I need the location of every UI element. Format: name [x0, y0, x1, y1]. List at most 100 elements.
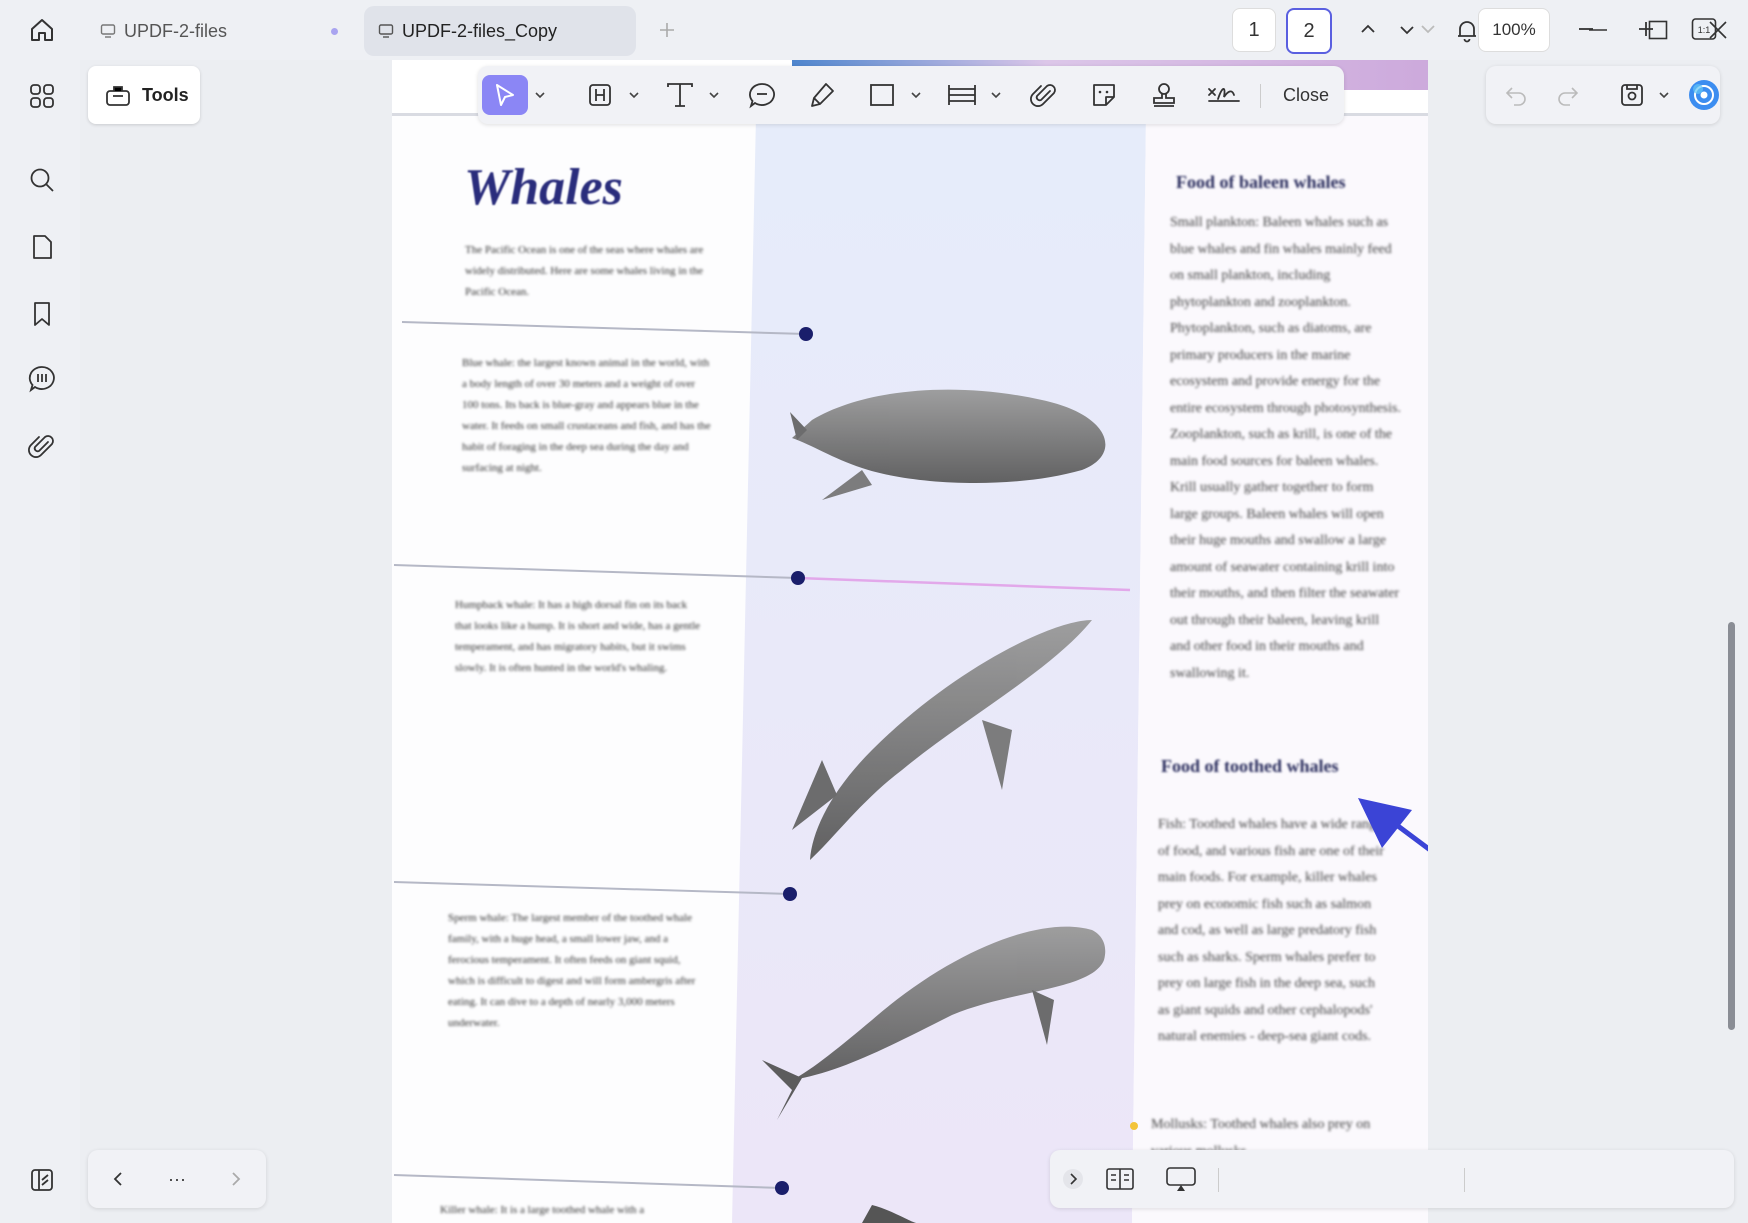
chevron-down-icon [1421, 25, 1435, 34]
note-tool-button[interactable] [742, 75, 782, 115]
chevron-left-icon [113, 1172, 122, 1186]
sticker-icon [1093, 84, 1115, 106]
signature-icon [1208, 88, 1240, 102]
text-tool-dropdown[interactable] [706, 75, 722, 115]
shape-tool-button[interactable] [862, 75, 902, 115]
text-icon [667, 83, 693, 107]
baleen-paragraph: Small plankton: Baleen whales such as bl… [1170, 215, 1401, 681]
chevron-down-icon [709, 92, 719, 99]
new-tab-button[interactable] [649, 12, 685, 48]
highlight-tool-dropdown[interactable] [626, 75, 642, 115]
sticker-tool-button[interactable] [1084, 75, 1124, 115]
tab-updf-2-files[interactable]: UPDF-2-files [86, 6, 346, 56]
select-tool-button[interactable] [482, 75, 528, 115]
home-button[interactable] [24, 12, 60, 48]
shape-icon [870, 84, 894, 106]
undo-icon [1505, 87, 1526, 106]
chevron-down-icon [535, 92, 545, 99]
undo-button[interactable] [1498, 75, 1534, 115]
search-icon [30, 168, 54, 192]
next-page-button[interactable] [1410, 8, 1446, 50]
save-icon [1621, 84, 1643, 106]
page-2-button[interactable]: 2 [1286, 8, 1332, 54]
humpback-whale-paragraph: Humpback whale: It has a high dorsal fin… [455, 599, 701, 674]
comments-button[interactable] [20, 357, 64, 401]
actual-size-label: 1:1 [1698, 25, 1711, 35]
chevron-down-icon [1659, 92, 1669, 99]
chevron-down-icon [629, 92, 639, 99]
chevron-up-icon [1361, 24, 1375, 33]
chevron-down-icon [991, 92, 1001, 99]
tab-updf-2-files-copy[interactable]: UPDF-2-files_Copy [364, 6, 636, 56]
pages-icon [33, 235, 52, 259]
pen-icon [811, 83, 834, 107]
search-button[interactable] [20, 158, 64, 202]
chevron-down-icon [911, 92, 921, 99]
presentation-button[interactable] [1160, 1159, 1202, 1199]
redo-icon [1558, 87, 1579, 106]
next-button[interactable] [222, 1159, 250, 1199]
presentation-icon [1166, 1167, 1196, 1191]
pen-tool-button[interactable] [802, 75, 842, 115]
highlight-icon [589, 84, 611, 106]
apps-icon [30, 84, 54, 108]
zoom-in-button[interactable] [1628, 8, 1664, 50]
divider [1218, 1168, 1219, 1192]
zoom-out-button[interactable] [1568, 8, 1604, 50]
minus-icon [1579, 28, 1593, 30]
zoom-level[interactable]: 100% [1478, 8, 1550, 52]
document-icon [100, 23, 116, 39]
measure-tool-button[interactable] [942, 75, 982, 115]
page-controls [1050, 1150, 1734, 1208]
measure-tool-dropdown[interactable] [988, 75, 1004, 115]
text-tool-button[interactable] [660, 75, 700, 115]
attachments-button[interactable] [20, 424, 64, 468]
bookmarks-button[interactable] [20, 292, 64, 336]
bullet-dot [1130, 1122, 1138, 1130]
killer-whale-paragraph: Killer whale: It is a large toothed whal… [440, 1204, 645, 1216]
attach-file-button[interactable] [1024, 75, 1064, 115]
vertical-scrollbar[interactable] [1728, 622, 1735, 1030]
prev-page-button[interactable] [1350, 8, 1386, 50]
select-tool-dropdown[interactable] [532, 75, 548, 115]
signature-tool-button[interactable] [1202, 75, 1246, 115]
sidebar-toggle-button[interactable] [20, 1158, 64, 1202]
page-view-button[interactable] [1100, 1159, 1140, 1199]
plus-icon [1639, 22, 1653, 36]
close-toolbar-button[interactable]: Close [1274, 75, 1338, 115]
save-dropdown[interactable] [1656, 75, 1672, 115]
save-button[interactable] [1612, 75, 1652, 115]
tools-icon [104, 81, 132, 109]
more-button[interactable]: ··· [160, 1159, 194, 1199]
timeline-dot [791, 571, 805, 585]
measure-icon [948, 85, 976, 105]
tools-button[interactable]: Tools [88, 66, 200, 124]
highlight-tool-button[interactable] [582, 75, 618, 115]
chevron-right-circle-icon [1063, 1169, 1083, 1189]
chevron-right-icon [232, 1172, 241, 1186]
tools-label: Tools [142, 84, 189, 105]
right-panel [1428, 60, 1748, 1223]
comment-icon [28, 366, 55, 393]
unsaved-dot [331, 28, 338, 35]
timeline-dot [783, 887, 797, 901]
timeline-dot [775, 1181, 789, 1195]
timeline-dot [799, 327, 813, 341]
toothed-heading: Food of toothed whales [1161, 756, 1339, 776]
ai-assistant-button[interactable] [1684, 75, 1724, 115]
plus-icon [660, 23, 674, 37]
attachment-icon [28, 435, 54, 458]
tab-label: UPDF-2-files [124, 20, 228, 41]
page-1-button[interactable]: 1 [1232, 8, 1276, 52]
previous-button[interactable] [104, 1159, 132, 1199]
home-icon [31, 19, 53, 41]
pages-button[interactable] [20, 225, 64, 269]
actual-size-button[interactable]: 1:1 [1686, 8, 1722, 50]
shape-tool-dropdown[interactable] [908, 75, 924, 115]
redo-button[interactable] [1550, 75, 1586, 115]
expand-controls-button[interactable] [1060, 1159, 1086, 1199]
document-title: Whales [464, 159, 623, 216]
apps-button[interactable] [20, 74, 64, 118]
document-icon [378, 23, 394, 39]
stamp-tool-button[interactable] [1144, 75, 1184, 115]
